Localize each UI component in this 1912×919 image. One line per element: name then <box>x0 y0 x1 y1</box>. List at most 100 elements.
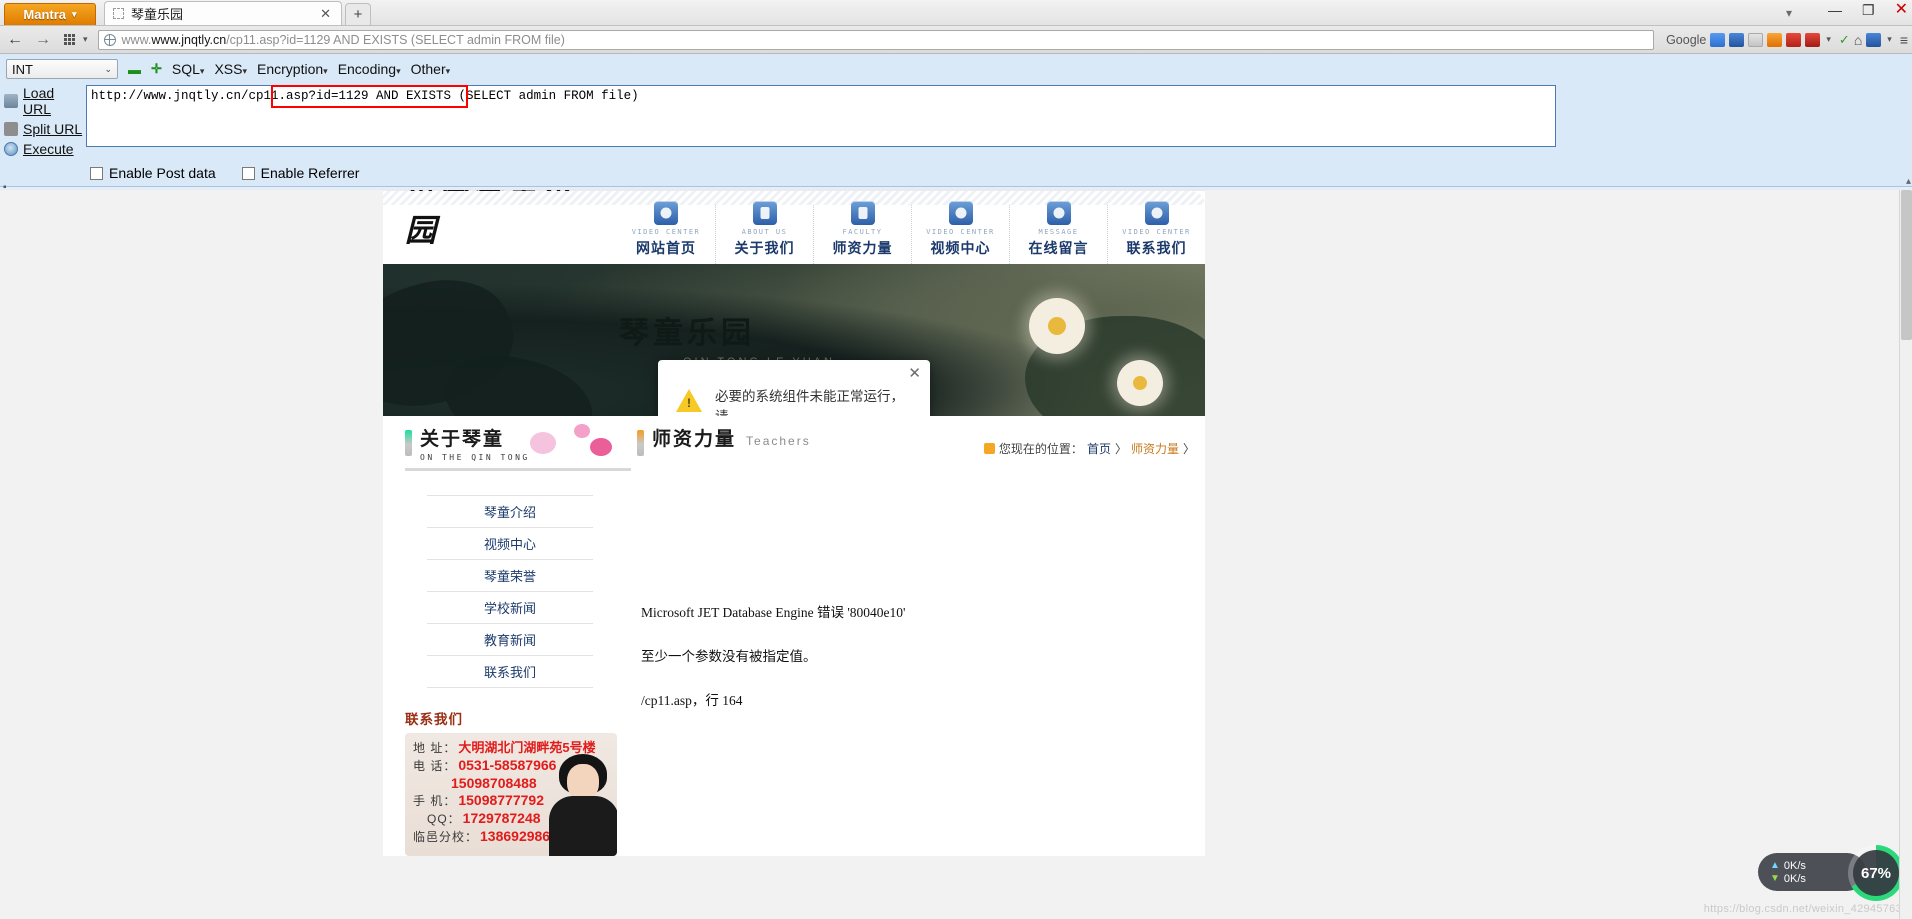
upload-speed: 0K/s <box>1783 859 1806 872</box>
nav-item-contact[interactable]: VIDEO CENTER 联系我们 <box>1107 201 1205 264</box>
window-menu-caret-icon[interactable]: ▾ <box>1786 6 1792 20</box>
memory-usage-value: 67% <box>1853 850 1899 896</box>
nav-item-video[interactable]: VIDEO CENTER 视频中心 <box>911 201 1009 264</box>
section-accent-bar <box>637 430 644 456</box>
type-select[interactable]: INT ⌄ <box>6 59 118 79</box>
nav-cn-label: 师资力量 <box>832 240 893 256</box>
contact-value: 1729787248 <box>462 810 541 826</box>
increment-icon[interactable]: ✛ <box>151 61 162 77</box>
mantra-menu-button[interactable]: Mantra ▾ <box>4 3 96 25</box>
right-column: 师资力量 Teachers 您现在的位置： 首页 〉 师资力量 〉 Micros… <box>619 416 1205 856</box>
page-scrollbar[interactable] <box>1899 190 1912 919</box>
customer-service-photo <box>545 754 617 856</box>
close-icon[interactable]: ✕ <box>908 366 921 381</box>
extension-flag-icon[interactable] <box>1805 32 1821 47</box>
url-domain: www.jnqtly.cn <box>151 32 227 47</box>
video-nav-icon <box>948 201 973 225</box>
about-section-subtitle: ON THE QIN TONG <box>420 453 530 462</box>
site-banner: 琴童乐园 QIN TONG LE YUAN ✕ 必要的系统组件未能正常运行，请 … <box>383 264 1205 416</box>
chevron-down-icon[interactable]: ▾ <box>83 34 88 45</box>
execute-button[interactable]: Execute <box>4 141 86 157</box>
asp-error-block: Microsoft JET Database Engine 错误 '80040e… <box>637 601 1205 709</box>
decrement-icon[interactable]: ▬ <box>128 62 141 77</box>
breadcrumb-prefix: 您现在的位置： <box>998 442 1083 456</box>
extension-grey-icon[interactable] <box>1748 32 1764 47</box>
nav-item-home[interactable]: VIDEO CENTER 网站首页 <box>617 201 715 264</box>
error-line-1: Microsoft JET Database Engine 错误 '80040e… <box>641 605 906 620</box>
contact-label: 电 话： <box>413 759 457 773</box>
flash-message-line1: 必要的系统组件未能正常运行，请 <box>715 389 904 416</box>
nav-en-label: VIDEO CENTER <box>926 228 995 236</box>
nav-en-label: VIDEO CENTER <box>1122 228 1191 236</box>
check-icon[interactable]: ✓ <box>1839 32 1850 48</box>
contact-value: 0531-58587966 <box>458 757 557 773</box>
chevron-down-icon[interactable]: ▾ <box>1826 34 1831 45</box>
hackbar-menu-row: INT ⌄ ▬ ✛ SQL▾ XSS▾ Encryption▾ Encoding… <box>0 56 1912 83</box>
url-path: /cp11.asp?id=1129 AND EXISTS (SELECT adm… <box>226 32 565 47</box>
load-url-button[interactable]: Load URL <box>4 85 86 117</box>
split-url-label: Split URL <box>23 121 83 137</box>
enable-post-data-option[interactable]: Enable Post data <box>90 165 216 181</box>
menu-item-qintong-intro[interactable]: 琴童介绍 <box>427 495 593 528</box>
close-window-icon[interactable]: ✕ <box>1895 2 1908 18</box>
new-tab-button[interactable]: + <box>345 3 371 25</box>
nav-en-label: FACULTY <box>842 228 883 236</box>
chevron-down-icon[interactable]: ▾ <box>1887 34 1892 45</box>
watermark-text: https://blog.csdn.net/weixin_42945763 <box>1703 903 1902 915</box>
faculty-nav-icon <box>850 201 875 225</box>
menu-item-school-news[interactable]: 学校新闻 <box>427 592 593 624</box>
menu-xss[interactable]: XSS▾ <box>214 61 247 77</box>
menu-item-education-news[interactable]: 教育新闻 <box>427 624 593 656</box>
menu-item-video-center[interactable]: 视频中心 <box>427 528 593 560</box>
extension-orange-icon[interactable] <box>1767 32 1783 47</box>
checkbox[interactable] <box>90 166 103 180</box>
nav-item-about[interactable]: ABOUT US 关于我们 <box>715 201 813 264</box>
nav-cn-label: 视频中心 <box>930 240 991 256</box>
extension-red-icon[interactable] <box>1786 32 1802 47</box>
menu-encoding[interactable]: Encoding▾ <box>338 61 401 77</box>
scroll-up-caret-icon[interactable]: ▴ <box>1906 176 1911 187</box>
hackbar-url-textarea[interactable]: http://www.jnqtly.cn/cp11.asp?id=1129 AN… <box>86 85 1556 147</box>
enable-post-data-label: Enable Post data <box>109 165 216 181</box>
flash-dialog-message: 必要的系统组件未能正常运行，请 修复 Adobe Flash Player。 <box>715 387 912 416</box>
search-engine-label[interactable]: Google <box>1666 33 1706 47</box>
menu-other[interactable]: Other▾ <box>411 61 451 77</box>
hackbar-body: Load URL Split URL Execute http://www.jn… <box>0 83 1912 161</box>
globe-icon <box>103 33 116 46</box>
menu-encryption[interactable]: Encryption▾ <box>257 61 328 77</box>
forward-icon[interactable]: → <box>32 31 54 49</box>
nav-en-label: VIDEO CENTER <box>631 228 701 236</box>
close-icon[interactable]: ✕ <box>316 6 335 22</box>
maximize-icon[interactable]: ❐ <box>1862 3 1875 17</box>
checkbox[interactable] <box>241 166 255 180</box>
overflow-menu-icon[interactable]: ≡ <box>1900 32 1908 48</box>
load-url-label: Load URL <box>23 85 55 117</box>
scrollbar-thumb[interactable] <box>1901 190 1912 340</box>
faculty-section-subtitle: Teachers <box>746 434 811 448</box>
banner-flower-decoration <box>1029 298 1085 354</box>
menu-item-honors[interactable]: 琴童荣誉 <box>427 560 593 592</box>
split-url-button[interactable]: Split URL <box>4 121 86 137</box>
breadcrumb-home-link[interactable]: 首页 <box>1087 440 1111 457</box>
contact-nav-icon <box>1144 201 1169 225</box>
home-icon[interactable]: ⌂ <box>1854 32 1862 48</box>
enable-referrer-option[interactable]: Enable Referrer <box>241 165 359 181</box>
chevron-down-icon: ⌄ <box>104 63 112 74</box>
google-extension-icon[interactable] <box>1710 32 1726 47</box>
menu-sql[interactable]: SQL▾ <box>172 61 205 77</box>
memory-usage-gauge[interactable]: 67% <box>1848 845 1904 901</box>
back-icon[interactable]: ← <box>4 31 26 49</box>
extension-blue-icon[interactable] <box>1729 32 1745 47</box>
url-input[interactable]: www.www.jnqtly.cn/cp11.asp?id=1129 AND E… <box>97 29 1655 50</box>
flash-player-dialog: ✕ 必要的系统组件未能正常运行，请 修复 Adobe Flash Player。… <box>658 360 930 416</box>
chevron-down-icon: ▾ <box>72 9 77 19</box>
nav-item-faculty[interactable]: FACULTY 师资力量 <box>813 201 911 264</box>
browser-tab-qintong[interactable]: 琴童乐园 ✕ <box>104 1 342 25</box>
apps-grid-icon[interactable] <box>64 34 75 45</box>
extension-tool-icon[interactable] <box>1866 32 1882 47</box>
minimize-icon[interactable]: — <box>1828 3 1842 17</box>
menu-item-contact-us[interactable]: 联系我们 <box>427 656 593 688</box>
nav-item-message[interactable]: MESSAGE 在线留言 <box>1009 201 1107 264</box>
type-select-value: INT <box>12 61 33 77</box>
split-url-icon <box>4 122 18 136</box>
